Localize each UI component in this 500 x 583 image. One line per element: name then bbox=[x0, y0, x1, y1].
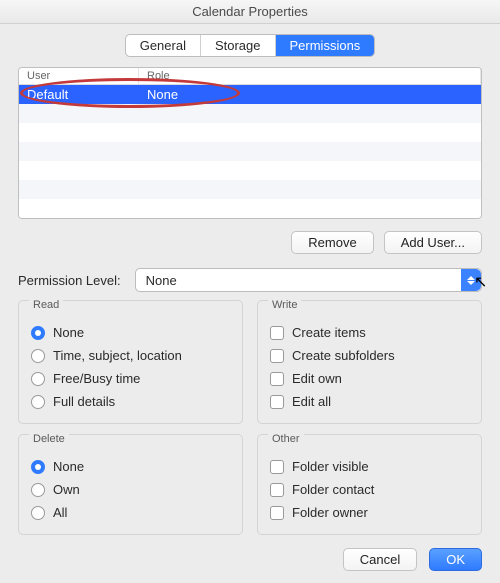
radio-icon bbox=[31, 460, 45, 474]
checkbox-icon bbox=[270, 460, 284, 474]
column-header-user[interactable]: User bbox=[19, 68, 139, 84]
group-legend: Other bbox=[268, 433, 304, 445]
table-row[interactable] bbox=[19, 123, 481, 142]
radio-icon bbox=[31, 483, 45, 497]
checkbox-icon bbox=[270, 372, 284, 386]
table-row[interactable] bbox=[19, 142, 481, 161]
group-legend: Write bbox=[268, 299, 301, 311]
checkbox-icon bbox=[270, 395, 284, 409]
radio-read-free-busy[interactable]: Free/Busy time bbox=[29, 367, 232, 390]
radio-delete-own[interactable]: Own bbox=[29, 478, 232, 501]
cancel-button[interactable]: Cancel bbox=[343, 548, 417, 571]
radio-icon bbox=[31, 326, 45, 340]
check-edit-own[interactable]: Edit own bbox=[268, 367, 471, 390]
tab-permissions[interactable]: Permissions bbox=[276, 35, 375, 56]
group-legend: Delete bbox=[29, 433, 69, 445]
checkbox-icon bbox=[270, 326, 284, 340]
group-legend: Read bbox=[29, 299, 63, 311]
tab-bar: General Storage Permissions bbox=[0, 34, 500, 57]
permissions-table[interactable]: User Role Default None bbox=[18, 67, 482, 219]
permission-level-select[interactable]: None bbox=[135, 268, 482, 292]
table-row[interactable] bbox=[19, 104, 481, 123]
radio-icon bbox=[31, 506, 45, 520]
tab-general[interactable]: General bbox=[126, 35, 201, 56]
check-folder-contact[interactable]: Folder contact bbox=[268, 478, 471, 501]
group-read: Read None Time, subject, location Free/B… bbox=[18, 300, 243, 424]
remove-button[interactable]: Remove bbox=[291, 231, 373, 254]
radio-icon bbox=[31, 395, 45, 409]
table-row[interactable] bbox=[19, 180, 481, 199]
add-user-button[interactable]: Add User... bbox=[384, 231, 482, 254]
permission-level-value: None bbox=[146, 273, 177, 288]
radio-read-time-subject-location[interactable]: Time, subject, location bbox=[29, 344, 232, 367]
check-create-subfolders[interactable]: Create subfolders bbox=[268, 344, 471, 367]
check-folder-owner[interactable]: Folder owner bbox=[268, 501, 471, 524]
table-row[interactable] bbox=[19, 199, 481, 218]
radio-read-none[interactable]: None bbox=[29, 321, 232, 344]
permission-level-label: Permission Level: bbox=[18, 273, 121, 288]
window-title: Calendar Properties bbox=[0, 0, 500, 24]
radio-icon bbox=[31, 349, 45, 363]
group-write: Write Create items Create subfolders Edi… bbox=[257, 300, 482, 424]
check-folder-visible[interactable]: Folder visible bbox=[268, 455, 471, 478]
check-create-items[interactable]: Create items bbox=[268, 321, 471, 344]
check-edit-all[interactable]: Edit all bbox=[268, 390, 471, 413]
checkbox-icon bbox=[270, 506, 284, 520]
group-other: Other Folder visible Folder contact Fold… bbox=[257, 434, 482, 535]
group-delete: Delete None Own All bbox=[18, 434, 243, 535]
checkbox-icon bbox=[270, 349, 284, 363]
cell-role: None bbox=[139, 85, 481, 104]
radio-delete-all[interactable]: All bbox=[29, 501, 232, 524]
radio-delete-none[interactable]: None bbox=[29, 455, 232, 478]
radio-read-full-details[interactable]: Full details bbox=[29, 390, 232, 413]
cell-user: Default bbox=[19, 85, 139, 104]
stepper-arrows-icon bbox=[461, 269, 481, 291]
ok-button[interactable]: OK bbox=[429, 548, 482, 571]
table-row[interactable] bbox=[19, 161, 481, 180]
checkbox-icon bbox=[270, 483, 284, 497]
radio-icon bbox=[31, 372, 45, 386]
table-row[interactable]: Default None bbox=[19, 85, 481, 104]
column-header-role[interactable]: Role bbox=[139, 68, 481, 84]
tab-storage[interactable]: Storage bbox=[201, 35, 276, 56]
